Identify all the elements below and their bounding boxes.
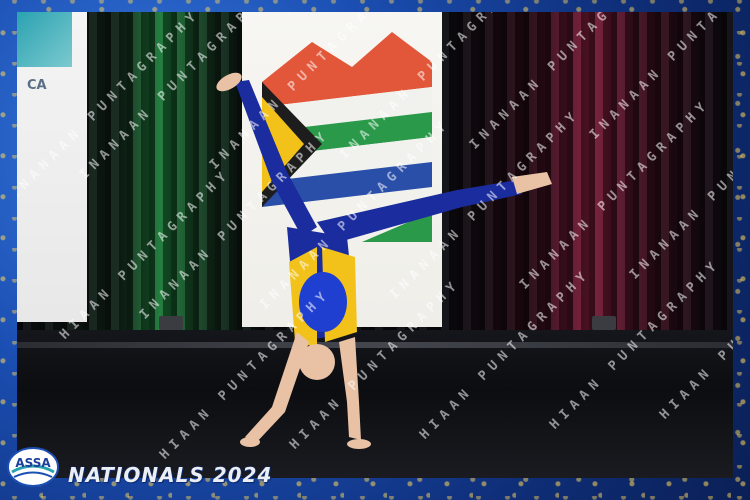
dancer-cartwheel <box>216 72 552 449</box>
stage-photo: CA INANAAN PUNTAGRAPHY HIAAN PUNTAGRAPHY… <box>17 12 733 478</box>
organization-logo: ASSA <box>6 446 60 488</box>
logo-text: ASSA <box>15 456 51 470</box>
event-title: NATIONALS 2024 <box>68 463 273 487</box>
photo-frame: CA INANAAN PUNTAGRAPHY HIAAN PUNTAGRAPHY… <box>0 0 750 500</box>
logo-icon: ASSA <box>7 447 59 487</box>
